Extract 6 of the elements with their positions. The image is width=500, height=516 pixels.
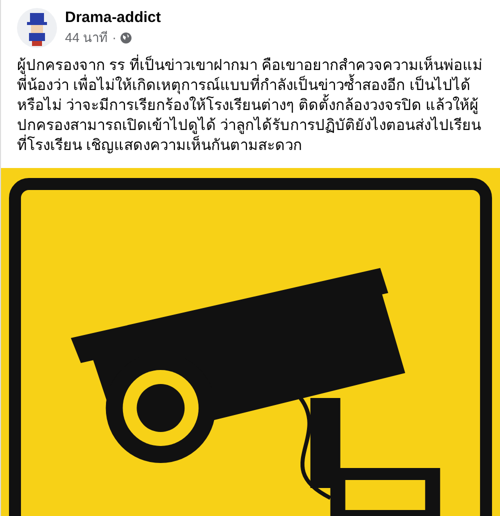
post-text: ผู้ปกครองจาก รร ที่เป็นข่าวเขาฝากมา คือเขาอยากสำควจความเห็นพ่อแม่พี่น้องว่า เพื่อไม่ให้เกิดเหตุการณ์แบบที่กำลังเป็นข่าวซ้ำสองอีก เป็นไปได้หรือไม่ ว่าจะมีการเรียกร้องให้โรงเรียนต่างๆ ติดตั้งกล้องวงจรปิด แล้วให้ผู้ปกครองสามารถเปิดเข้าไปดูได้ ว่าลูกได้รับการปฏิบัติยังไงตอนส่งไปเรียนที่โรงเรียน เชิญแสดงความเห็นกันตามสะดวก (1, 56, 500, 168)
separator: · (112, 29, 116, 48)
post-time[interactable]: 44 นาที (65, 28, 108, 48)
globe-icon (120, 32, 132, 44)
author-name[interactable]: Drama-addict (65, 8, 161, 28)
avatar-icon[interactable] (17, 8, 57, 48)
